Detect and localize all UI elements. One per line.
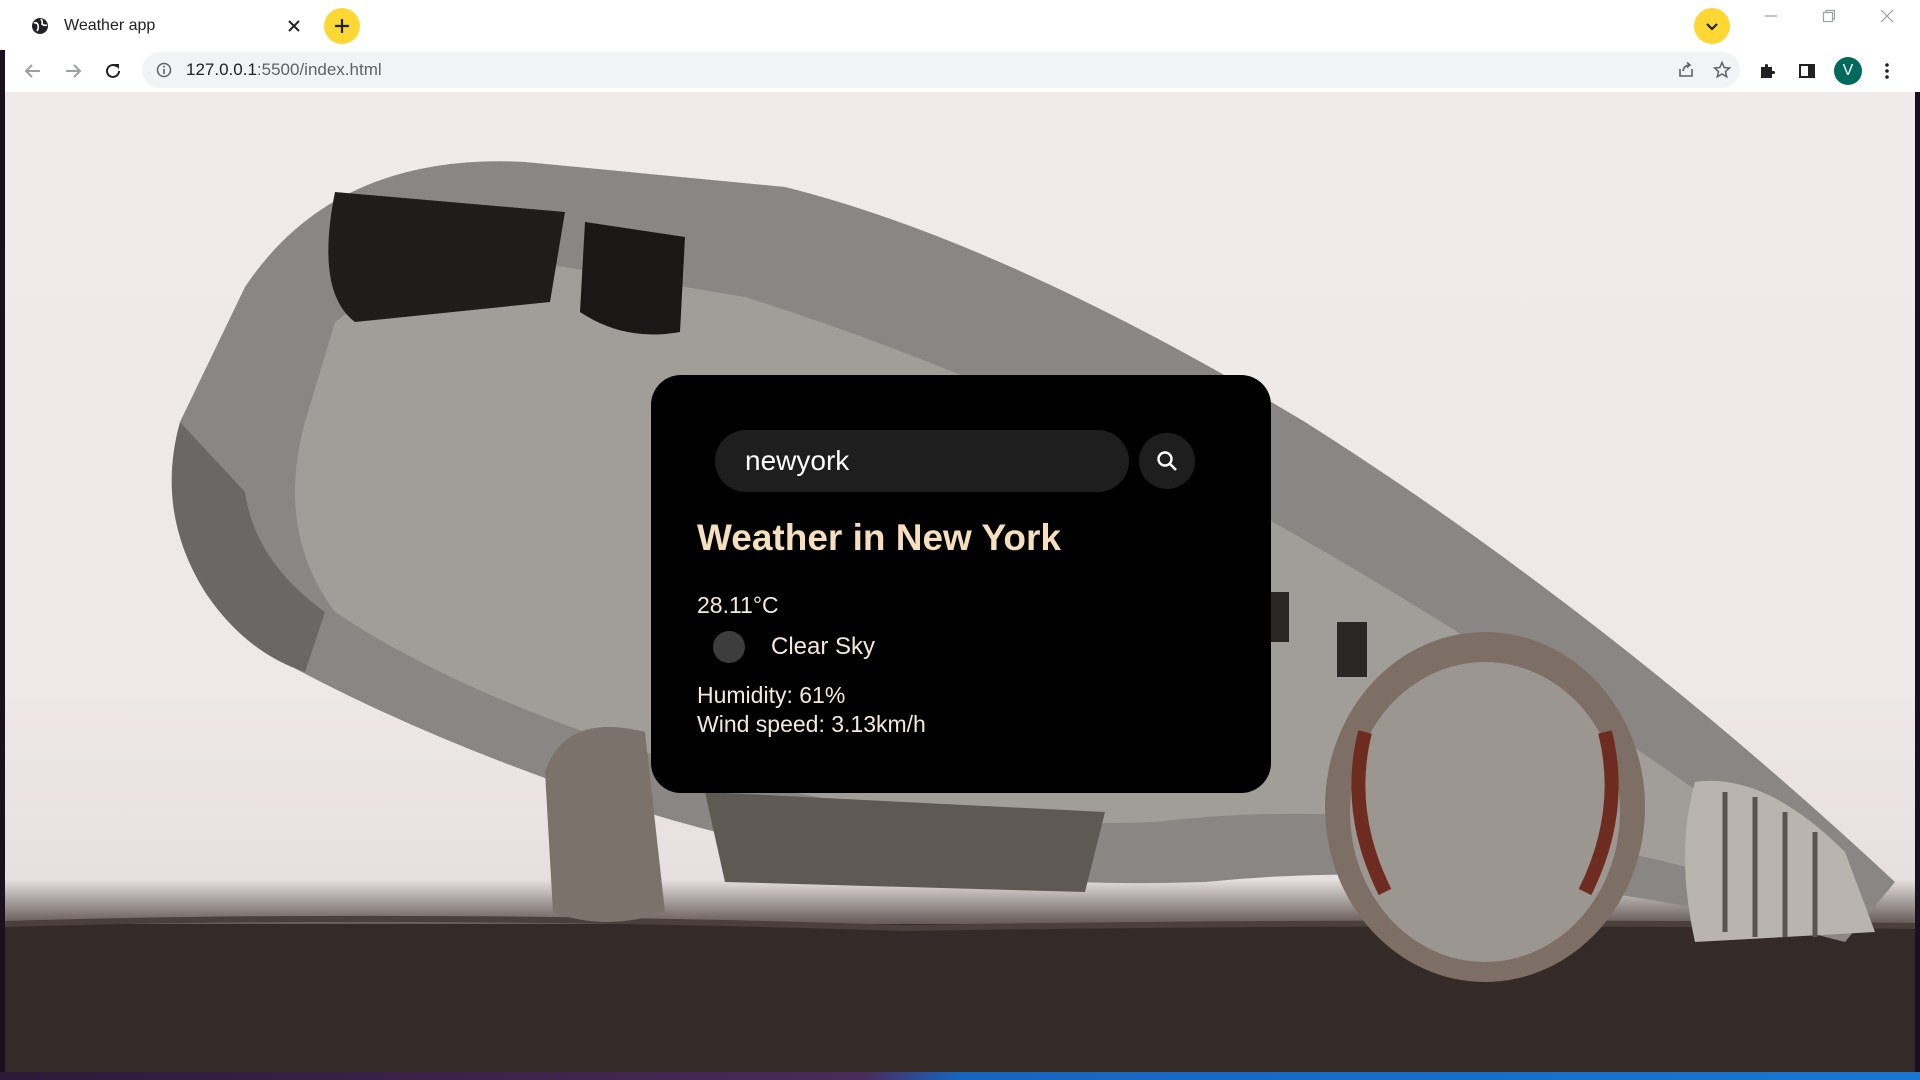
plus-icon (335, 19, 349, 33)
search-button[interactable] (1139, 433, 1195, 489)
humidity: Humidity: 61% (697, 682, 846, 708)
info-icon[interactable] (154, 60, 174, 80)
new-tab-button[interactable] (324, 8, 360, 44)
close-icon[interactable] (282, 14, 306, 38)
menu-button[interactable] (1870, 54, 1904, 88)
side-panel-button[interactable] (1790, 54, 1824, 88)
back-button[interactable] (16, 54, 50, 88)
tab-search-button[interactable] (1694, 8, 1730, 44)
arrow-left-icon (24, 64, 40, 78)
window-edge-right (1915, 92, 1920, 1080)
reload-icon (106, 63, 120, 78)
kebab-menu-icon (1885, 63, 1889, 79)
chevron-down-icon (1706, 23, 1718, 31)
minimize-button[interactable] (1748, 2, 1794, 30)
taskbar-strip (0, 1072, 1920, 1080)
url-host: 127.0.0.1 (186, 60, 257, 79)
weather-description-row: Clear Sky (697, 631, 875, 663)
minimize-icon (1765, 15, 1777, 17)
search-input[interactable] (715, 430, 1129, 492)
side-panel-icon (1799, 64, 1815, 78)
tab-weather-app[interactable]: Weather app (14, 6, 314, 46)
weather-condition-icon (713, 631, 745, 663)
wind-speed: Wind speed: 3.13km/h (697, 711, 926, 737)
search-icon (1157, 451, 1177, 471)
address-bar[interactable]: 127.0.0.1:5500/index.html (142, 52, 1740, 88)
weather-card: Weather in New York 28.11°C Clear Sky Hu… (651, 375, 1271, 793)
page-viewport: Weather in New York 28.11°C Clear Sky Hu… (5, 92, 1915, 1076)
reload-button[interactable] (96, 54, 130, 88)
url-path: :5500/index.html (256, 60, 382, 79)
tab-strip: Weather app (0, 0, 1920, 50)
search-bar (715, 429, 1205, 493)
share-icon[interactable] (1668, 52, 1704, 88)
weather-description: Clear Sky (771, 633, 876, 660)
restore-button[interactable] (1806, 2, 1852, 30)
avatar[interactable]: V (1834, 57, 1862, 85)
arrow-right-icon (66, 64, 82, 78)
browser-toolbar: 127.0.0.1:5500/index.html V (0, 50, 1920, 92)
globe-icon (30, 16, 50, 36)
star-icon[interactable] (1704, 52, 1740, 88)
city-heading: Weather in New York (697, 517, 1061, 558)
extensions-button[interactable] (1750, 54, 1784, 88)
close-window-button[interactable] (1864, 2, 1910, 30)
url-text: 127.0.0.1:5500/index.html (186, 60, 1668, 80)
temperature: 28.11°C (697, 592, 779, 618)
forward-button[interactable] (56, 54, 90, 88)
restore-icon (1822, 9, 1836, 23)
puzzle-icon (1761, 64, 1775, 78)
tab-title: Weather app (64, 17, 156, 34)
close-window-icon (1880, 9, 1894, 23)
